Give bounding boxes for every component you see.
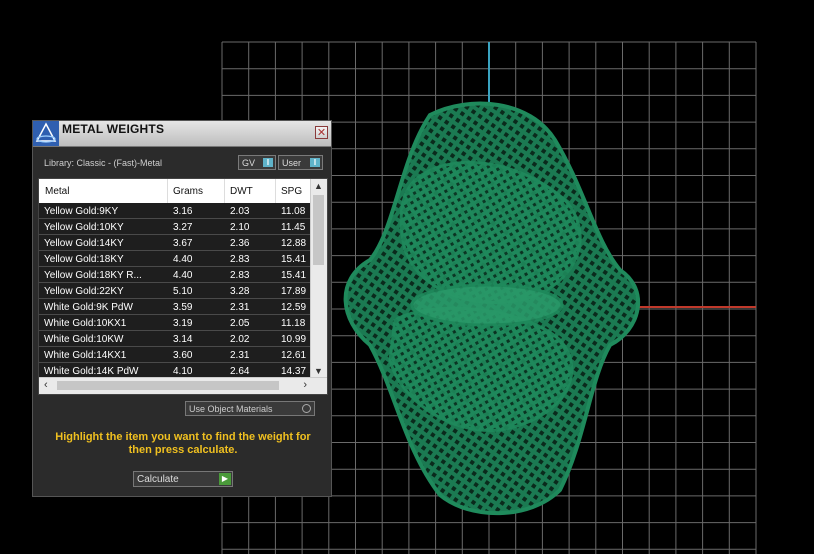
grams-cell: 3.14 bbox=[173, 334, 193, 345]
dwt-cell: 2.36 bbox=[230, 238, 250, 249]
dwt-cell: 2.31 bbox=[230, 302, 250, 313]
grams-cell: 4.10 bbox=[173, 366, 193, 377]
vertical-scroll-thumb[interactable] bbox=[313, 195, 324, 265]
metal-name-cell: White Gold:14K PdW bbox=[44, 366, 139, 377]
calculate-label: Calculate bbox=[137, 474, 179, 485]
dwt-cell: 2.10 bbox=[230, 222, 250, 233]
use-object-materials-option[interactable]: Use Object Materials bbox=[185, 401, 315, 416]
spg-cell: 14.37 bbox=[281, 366, 307, 377]
grams-cell: 3.59 bbox=[173, 302, 193, 313]
metal-weights-panel: METAL WEIGHTS ✕ Library: Classic - (Fast… bbox=[32, 120, 332, 497]
spg-cell: 17.89 bbox=[281, 286, 307, 297]
table-row[interactable]: Yellow Gold:18KY 4.40 2.83 15.41 bbox=[39, 251, 311, 267]
metal-name-cell: White Gold:9K PdW bbox=[44, 302, 133, 313]
table-row[interactable]: White Gold:10KW 3.14 2.02 10.99 bbox=[39, 331, 311, 347]
column-header-metal[interactable]: Metal bbox=[45, 186, 69, 197]
metal-name-cell: White Gold:10KX1 bbox=[44, 318, 127, 329]
metal-rows: Yellow Gold:9KY 3.16 2.03 11.08 Yellow Gold:… bbox=[39, 203, 311, 379]
library-label: Library: Classic - (Fast)-Metal bbox=[44, 158, 163, 168]
user-toggle[interactable]: User I bbox=[278, 155, 323, 170]
gv-toggle[interactable]: GV I bbox=[238, 155, 276, 170]
dwt-cell: 2.83 bbox=[230, 270, 250, 281]
spg-cell: 10.99 bbox=[281, 334, 307, 345]
dwt-cell: 3.28 bbox=[230, 286, 250, 297]
column-header-spg[interactable]: SPG bbox=[281, 186, 302, 197]
table-row[interactable]: Yellow Gold:18KY R... 4.40 2.83 15.41 bbox=[39, 267, 311, 283]
table-row[interactable]: Yellow Gold:10KY 3.27 2.10 11.45 bbox=[39, 219, 311, 235]
table-row[interactable]: Yellow Gold:14KY 3.67 2.36 12.88 bbox=[39, 235, 311, 251]
dwt-cell: 2.05 bbox=[230, 318, 250, 329]
app-logo-icon bbox=[33, 121, 59, 146]
grams-cell: 4.40 bbox=[173, 254, 193, 265]
dwt-cell: 2.31 bbox=[230, 350, 250, 361]
use-object-materials-radio[interactable] bbox=[302, 404, 311, 413]
gv-toggle-switch[interactable]: I bbox=[263, 158, 273, 167]
user-toggle-switch[interactable]: I bbox=[310, 158, 320, 167]
scroll-left-icon[interactable]: ‹ bbox=[44, 379, 48, 391]
table-row[interactable]: White Gold:14KX1 3.60 2.31 12.61 bbox=[39, 347, 311, 363]
metal-list[interactable]: Metal Grams DWT SPG Yellow Gold:9KY 3.16 2… bbox=[38, 178, 328, 395]
metal-name-cell: Yellow Gold:10KY bbox=[44, 222, 124, 233]
dwt-cell: 2.64 bbox=[230, 366, 250, 377]
grams-cell: 3.16 bbox=[173, 206, 193, 217]
metal-name-cell: Yellow Gold:14KY bbox=[44, 238, 124, 249]
dwt-cell: 2.83 bbox=[230, 254, 250, 265]
metal-name-cell: White Gold:10KW bbox=[44, 334, 124, 345]
panel-titlebar[interactable]: METAL WEIGHTS ✕ bbox=[33, 121, 331, 147]
grams-cell: 4.40 bbox=[173, 270, 193, 281]
metal-name-cell: Yellow Gold:9KY bbox=[44, 206, 119, 217]
column-header-dwt[interactable]: DWT bbox=[230, 186, 253, 197]
panel-title: METAL WEIGHTS bbox=[62, 122, 165, 136]
vertical-scrollbar[interactable]: ▲ ▼ bbox=[310, 179, 327, 378]
instruction-text: Highlight the item you want to find the … bbox=[55, 431, 311, 456]
spg-cell: 12.88 bbox=[281, 238, 307, 249]
table-row[interactable]: White Gold:10KX1 3.19 2.05 11.18 bbox=[39, 315, 311, 331]
calculate-button[interactable]: Calculate ▶ bbox=[133, 471, 233, 487]
scroll-right-icon[interactable]: › bbox=[303, 379, 307, 391]
list-header: Metal Grams DWT SPG bbox=[39, 179, 311, 204]
spg-cell: 15.41 bbox=[281, 254, 307, 265]
horizontal-scrollbar[interactable]: ‹ › bbox=[39, 377, 327, 394]
spg-cell: 15.41 bbox=[281, 270, 307, 281]
grams-cell: 3.67 bbox=[173, 238, 193, 249]
spg-cell: 11.45 bbox=[281, 222, 306, 233]
spg-cell: 11.08 bbox=[281, 206, 306, 217]
gv-toggle-label: GV bbox=[242, 158, 256, 168]
table-row[interactable]: Yellow Gold:9KY 3.16 2.03 11.08 bbox=[39, 203, 311, 219]
spg-cell: 11.18 bbox=[281, 318, 306, 329]
horizontal-scroll-thumb[interactable] bbox=[57, 381, 279, 390]
table-row[interactable]: White Gold:9K PdW 3.59 2.31 12.59 bbox=[39, 299, 311, 315]
metal-name-cell: Yellow Gold:18KY bbox=[44, 254, 124, 265]
user-toggle-label: User bbox=[282, 158, 302, 168]
play-icon: ▶ bbox=[219, 473, 231, 485]
dwt-cell: 2.03 bbox=[230, 206, 250, 217]
ring-wireframe-model[interactable] bbox=[343, 101, 640, 516]
metal-name-cell: White Gold:14KX1 bbox=[44, 350, 127, 361]
grams-cell: 5.10 bbox=[173, 286, 193, 297]
spg-cell: 12.61 bbox=[281, 350, 307, 361]
column-header-grams[interactable]: Grams bbox=[173, 186, 203, 197]
use-object-materials-label: Use Object Materials bbox=[189, 404, 273, 414]
metal-name-cell: Yellow Gold:22KY bbox=[44, 286, 124, 297]
metal-name-cell: Yellow Gold:18KY R... bbox=[44, 270, 142, 281]
scroll-up-icon[interactable]: ▲ bbox=[314, 181, 323, 191]
scroll-down-icon[interactable]: ▼ bbox=[314, 366, 323, 376]
close-button[interactable]: ✕ bbox=[315, 126, 328, 139]
dwt-cell: 2.02 bbox=[230, 334, 250, 345]
grams-cell: 3.27 bbox=[173, 222, 193, 233]
table-row[interactable]: Yellow Gold:22KY 5.10 3.28 17.89 bbox=[39, 283, 311, 299]
grams-cell: 3.19 bbox=[173, 318, 193, 329]
spg-cell: 12.59 bbox=[281, 302, 307, 313]
grams-cell: 3.60 bbox=[173, 350, 193, 361]
